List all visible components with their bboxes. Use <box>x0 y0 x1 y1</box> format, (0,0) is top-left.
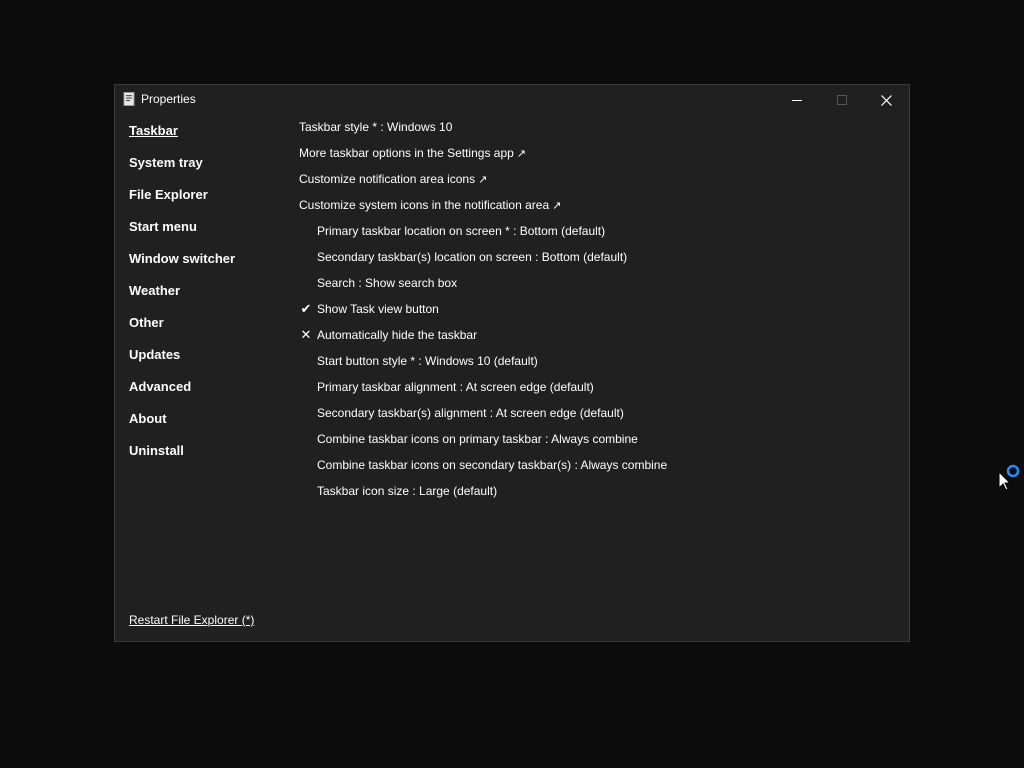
option-system-icons-link[interactable]: Customize system icons in the notificati… <box>299 196 899 222</box>
taskbar-options-list: Taskbar style * : Windows 10 More taskba… <box>299 118 899 508</box>
option-label: Customize system icons in the notificati… <box>299 198 550 212</box>
sidebar-item-label: Other <box>129 315 164 330</box>
sidebar-item-label: Window switcher <box>129 251 236 266</box>
minimize-button[interactable] <box>774 85 819 115</box>
option-start-button-style[interactable]: Start button style * : Windows 10 (defau… <box>299 352 899 378</box>
external-link-icon: ↗ <box>552 200 562 212</box>
sidebar-item-taskbar[interactable]: Taskbar <box>129 121 289 153</box>
option-label: Combine taskbar icons on secondary taskb… <box>317 458 668 472</box>
cross-icon: ✕ <box>300 327 312 342</box>
sidebar-item-uninstall[interactable]: Uninstall <box>129 441 289 473</box>
maximize-icon <box>836 95 847 105</box>
option-primary-alignment[interactable]: Primary taskbar alignment : At screen ed… <box>299 378 899 404</box>
option-combine-primary[interactable]: Combine taskbar icons on primary taskbar… <box>299 430 899 456</box>
window-title: Properties <box>141 92 196 106</box>
option-taskbar-style[interactable]: Taskbar style * : Windows 10 <box>299 118 899 144</box>
option-search[interactable]: Search : Show search box <box>299 274 899 300</box>
sidebar-item-label: About <box>129 411 167 426</box>
maximize-button[interactable] <box>819 85 864 115</box>
option-icon-size[interactable]: Taskbar icon size : Large (default) <box>299 482 899 508</box>
option-secondary-location[interactable]: Secondary taskbar(s) location on screen … <box>299 248 899 274</box>
restart-explorer-link[interactable]: Restart File Explorer (*) <box>129 613 254 627</box>
option-label: Taskbar icon size : Large (default) <box>317 484 498 498</box>
option-label: Secondary taskbar(s) alignment : At scre… <box>317 406 624 420</box>
option-label: Start button style * : Windows 10 (defau… <box>317 354 538 368</box>
close-button[interactable] <box>864 85 909 115</box>
checkmark-icon: ✔ <box>300 301 312 316</box>
option-label: Search : Show search box <box>317 276 458 290</box>
sidebar-item-label: Taskbar <box>129 123 178 138</box>
sidebar-item-start-menu[interactable]: Start menu <box>129 217 289 249</box>
option-secondary-alignment[interactable]: Secondary taskbar(s) alignment : At scre… <box>299 404 899 430</box>
option-label: More taskbar options in the Settings app <box>299 146 514 160</box>
sidebar-item-label: Start menu <box>129 219 197 234</box>
sidebar-item-advanced[interactable]: Advanced <box>129 377 289 409</box>
option-label: Taskbar style * : Windows 10 <box>299 120 453 134</box>
option-notification-icons-link[interactable]: Customize notification area icons ↗ <box>299 170 899 196</box>
sidebar-item-label: Weather <box>129 283 181 298</box>
external-link-icon: ↗ <box>516 148 527 160</box>
sidebar-item-label: File Explorer <box>129 187 208 202</box>
sidebar-item-window-switcher[interactable]: Window switcher <box>129 249 289 281</box>
sidebar-item-system-tray[interactable]: System tray <box>129 153 289 185</box>
sidebar-item-label: Advanced <box>129 379 192 394</box>
external-link-icon: ↗ <box>478 174 488 186</box>
sidebar-item-file-explorer[interactable]: File Explorer <box>129 185 289 217</box>
sidebar-item-label: Updates <box>129 347 181 362</box>
title-bar[interactable]: Properties <box>115 85 909 115</box>
option-label: Automatically hide the taskbar <box>317 328 478 342</box>
option-settings-app-link[interactable]: More taskbar options in the Settings app… <box>299 144 899 170</box>
sidebar-item-about[interactable]: About <box>129 409 289 441</box>
desktop: Properties Taskbar System tray File Expl… <box>0 0 1024 768</box>
option-label: Primary taskbar location on screen * : B… <box>317 224 606 238</box>
option-label: Primary taskbar alignment : At screen ed… <box>317 380 594 394</box>
option-label: Customize notification area icons <box>299 172 476 186</box>
option-label: Secondary taskbar(s) location on screen … <box>317 250 628 264</box>
minimize-icon <box>791 100 802 101</box>
busy-cursor-icon <box>998 464 1020 491</box>
sidebar-item-label: System tray <box>129 155 203 170</box>
option-label: Combine taskbar icons on primary taskbar… <box>317 432 638 446</box>
properties-window: Properties Taskbar System tray File Expl… <box>114 84 910 642</box>
sidebar-item-other[interactable]: Other <box>129 313 289 345</box>
properties-app-icon <box>123 92 135 106</box>
sidebar-item-label: Uninstall <box>129 443 184 458</box>
option-combine-secondary[interactable]: Combine taskbar icons on secondary taskb… <box>299 456 899 482</box>
option-autohide-toggle[interactable]: ✕ Automatically hide the taskbar <box>299 326 899 352</box>
sidebar-nav: Taskbar System tray File Explorer Start … <box>129 121 289 473</box>
sidebar-item-weather[interactable]: Weather <box>129 281 289 313</box>
option-task-view-toggle[interactable]: ✔ Show Task view button <box>299 300 899 326</box>
option-primary-location[interactable]: Primary taskbar location on screen * : B… <box>299 222 899 248</box>
sidebar-item-updates[interactable]: Updates <box>129 345 289 377</box>
option-label: Show Task view button <box>317 302 439 316</box>
close-icon <box>881 94 892 106</box>
